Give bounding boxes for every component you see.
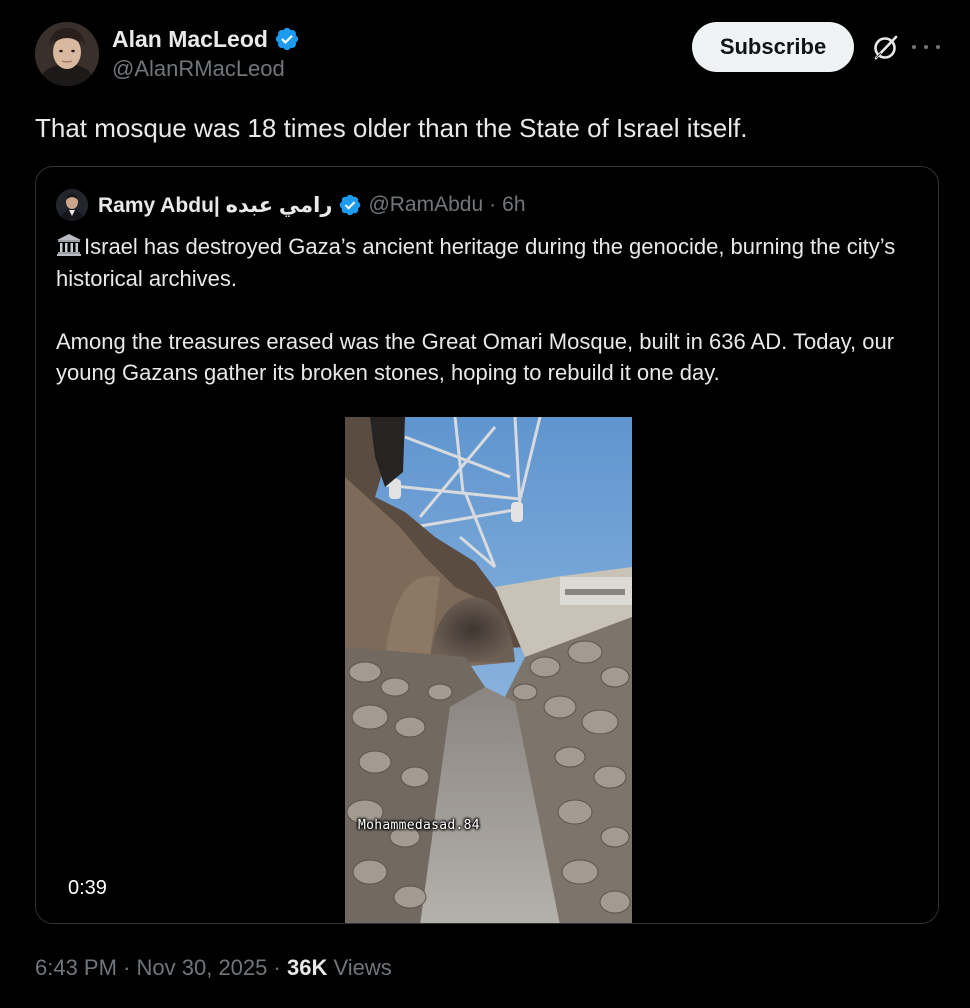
subscribe-button[interactable]: Subscribe — [692, 22, 854, 72]
quoted-paragraph-1: Israel has destroyed Gaza’s ancient heri… — [56, 231, 926, 294]
more-dot-icon — [936, 45, 940, 49]
video-duration: 0:39 — [68, 877, 107, 899]
meta-separator: · — [123, 955, 131, 980]
video-player[interactable]: Mohammedasad.84 0:39 — [36, 417, 938, 923]
author-avatar[interactable] — [35, 22, 99, 86]
quoted-author-handle[interactable]: @RamAbdu — [368, 193, 483, 217]
meta-separator: · — [273, 955, 281, 980]
author-name-row[interactable]: Alan MacLeod — [112, 24, 300, 54]
author-name[interactable]: Alan MacLeod — [112, 26, 268, 53]
quoted-author-avatar[interactable] — [56, 189, 88, 221]
grok-icon[interactable] — [870, 33, 900, 63]
quoted-tweet-text: Israel has destroyed Gaza’s ancient heri… — [56, 231, 926, 389]
author-handle[interactable]: @AlanRMacLeod — [112, 56, 285, 82]
tweet-date[interactable]: Nov 30, 2025 — [137, 955, 268, 980]
more-options-icon[interactable] — [912, 35, 940, 59]
quoted-tweet-header[interactable]: Ramy Abdu| رامي عبده @RamAbdu · 6h — [56, 189, 526, 221]
video-thumbnail[interactable] — [345, 417, 632, 923]
tweet-meta: 6:43 PM · Nov 30, 2025 · 36K Views — [35, 955, 392, 981]
quoted-timestamp[interactable]: 6h — [502, 193, 525, 217]
video-watermark: Mohammedasad.84 — [358, 818, 480, 833]
quoted-paragraph-2: Among the treasures erased was the Great… — [56, 328, 895, 386]
verified-badge-icon[interactable] — [274, 26, 300, 52]
tweet-text: That mosque was 18 times older than the … — [35, 113, 748, 143]
views-label: Views — [333, 955, 392, 980]
tweet-page: Alan MacLeod @AlanRMacLeod Subscribe Tha… — [0, 0, 970, 1008]
quoted-meta-separator: · — [489, 193, 497, 216]
tweet-time[interactable]: 6:43 PM — [35, 955, 117, 980]
quoted-author-name[interactable]: Ramy Abdu| رامي عبده — [98, 193, 332, 218]
views-count[interactable]: 36K — [287, 955, 327, 980]
classical-building-icon — [56, 233, 82, 257]
quoted-tweet-card[interactable]: Ramy Abdu| رامي عبده @RamAbdu · 6h Israe… — [35, 166, 939, 924]
quoted-paragraph-1-text: Israel has destroyed Gaza’s ancient heri… — [56, 234, 896, 291]
quoted-verified-badge-icon — [338, 193, 362, 217]
more-dot-icon — [924, 45, 928, 49]
more-dot-icon — [912, 45, 916, 49]
